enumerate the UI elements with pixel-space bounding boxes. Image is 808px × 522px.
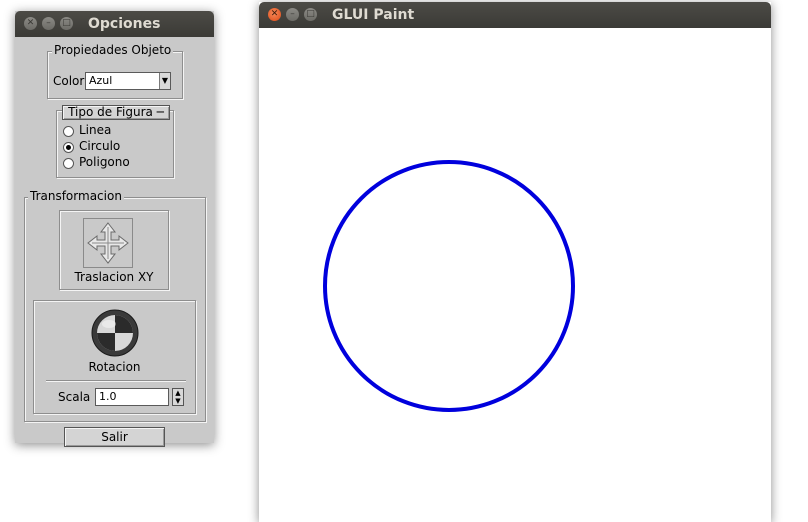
radio-poligono-label[interactable]: Poligono — [79, 155, 130, 169]
radio-poligono[interactable] — [63, 158, 74, 169]
radio-linea[interactable] — [63, 126, 74, 137]
opciones-title: Opciones — [88, 16, 161, 32]
propiedades-legend: Propiedades Objeto — [52, 43, 174, 57]
tipo-figura-group: Tipo de Figura ─ Linea Circulo Poligono — [56, 105, 174, 178]
drawing-canvas[interactable] — [259, 28, 771, 522]
radio-circulo[interactable] — [63, 142, 74, 153]
rotation-ball-icon[interactable] — [90, 308, 140, 358]
propiedades-group: Propiedades Objeto Color Azul ▼ — [47, 43, 183, 99]
tipo-figura-rollout[interactable]: Tipo de Figura ─ — [62, 105, 170, 120]
paint-window: ✕ – □ GLUI Paint — [259, 2, 771, 522]
paint-title: GLUI Paint — [332, 7, 415, 23]
close-icon[interactable]: ✕ — [268, 8, 281, 21]
rotacion-label: Rotacion — [88, 360, 141, 374]
transformacion-legend: Transformacion — [28, 189, 124, 203]
maximize-icon[interactable]: □ — [304, 8, 317, 21]
scala-value: 1.0 — [99, 390, 117, 403]
minimize-icon[interactable]: – — [42, 17, 55, 30]
opciones-panel: Propiedades Objeto Color Azul ▼ Tipo de … — [15, 37, 214, 447]
radio-circulo-label[interactable]: Circulo — [79, 139, 120, 153]
maximize-icon[interactable]: □ — [60, 17, 73, 30]
radio-linea-label[interactable]: Linea — [79, 123, 111, 137]
scala-input[interactable]: 1.0 — [95, 388, 169, 406]
color-select[interactable]: Azul ▼ — [85, 72, 171, 90]
close-icon[interactable]: ✕ — [24, 17, 37, 30]
color-label: Color — [53, 74, 85, 88]
opciones-titlebar[interactable]: ✕ – □ Opciones — [15, 11, 214, 37]
paint-titlebar[interactable]: ✕ – □ GLUI Paint — [259, 2, 771, 28]
opciones-window: ✕ – □ Opciones Propiedades Objeto Color … — [15, 11, 214, 447]
color-select-value: Azul — [89, 74, 113, 87]
traslacion-group: Traslacion XY — [59, 210, 169, 290]
salir-button[interactable]: Salir — [64, 427, 165, 447]
traslacion-label: Traslacion XY — [74, 270, 154, 284]
drawn-circle — [323, 160, 575, 412]
spinner-arrows-icon[interactable]: ▲ ▼ — [172, 388, 184, 406]
separator — [46, 380, 186, 382]
rotacion-group: Rotacion Scala 1.0 ▲ ▼ — [33, 300, 196, 414]
minimize-icon[interactable]: – — [286, 8, 299, 21]
move-xy-icon[interactable] — [83, 218, 133, 268]
transformacion-group: Transformacion Traslacion XY Rotacion Sc… — [24, 189, 206, 422]
scala-label: Scala — [58, 390, 91, 404]
chevron-down-icon[interactable]: ▼ — [159, 73, 170, 89]
